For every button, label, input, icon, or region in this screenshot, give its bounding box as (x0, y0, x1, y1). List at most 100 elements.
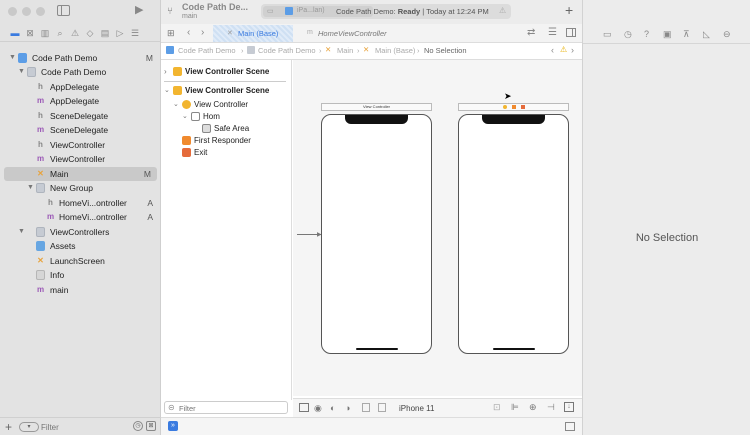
test-navigator-icon[interactable]: ◇ (85, 28, 95, 38)
appearance-icon[interactable]: ◉ (314, 403, 322, 414)
update-frames-icon[interactable]: ⊡ (493, 402, 501, 413)
history-inspector-icon[interactable]: ◷ (624, 29, 632, 39)
list-item[interactable]: ▼ New Group (0, 181, 161, 195)
resolve-issues-icon[interactable]: ⊣ (547, 402, 555, 413)
outline-scene[interactable]: ⌄ View Controller Scene (164, 85, 289, 97)
list-item[interactable]: ▼ Code Path Demo (0, 65, 161, 79)
source-control-icon[interactable]: ⇄ (527, 27, 535, 38)
file-inspector-icon[interactable]: ▭ (603, 29, 612, 39)
scene-dock[interactable] (458, 103, 569, 111)
outline-filter-input[interactable] (179, 403, 279, 413)
tab-main[interactable]: ✕ Main (Base) (213, 25, 293, 42)
landscape-icon[interactable] (378, 403, 386, 412)
add-tab-icon[interactable]: + (565, 2, 573, 18)
device-selector[interactable]: iPhone 11 (399, 404, 434, 413)
breakpoint-navigator-icon[interactable]: ▷ (115, 28, 125, 38)
close-tab-icon[interactable]: ✕ (227, 29, 233, 37)
navigator-filter-input[interactable] (41, 421, 126, 433)
issue-navigator-icon[interactable]: ⚠ (70, 28, 80, 38)
view-controller-frame[interactable] (458, 114, 569, 354)
chevron-down-icon[interactable]: ▼ (27, 181, 34, 195)
warning-icon[interactable]: ⚠ (560, 45, 567, 54)
report-navigator-icon[interactable]: ☰ (130, 28, 140, 38)
list-item[interactable]: m AppDelegate (0, 94, 161, 108)
embed-in-icon[interactable]: ↓ (564, 402, 574, 412)
close-window-button[interactable] (8, 7, 17, 16)
align-icon[interactable]: ⊫ (511, 402, 519, 413)
chevron-right-icon[interactable]: › (164, 66, 167, 78)
symbol-navigator-icon[interactable]: ▥ (40, 28, 50, 38)
debug-area-toggle-icon[interactable]: » (168, 421, 178, 431)
storyboard-canvas[interactable]: ▶ View Controller ➤ (293, 60, 582, 396)
list-item[interactable]: Info (0, 268, 161, 282)
list-item[interactable]: ▼ ViewControllers (0, 225, 161, 239)
source-control-icon[interactable]: ⊠ (25, 28, 35, 38)
outline-view[interactable]: ⌄ Hom (182, 111, 287, 123)
back-icon[interactable]: ‹ (187, 27, 190, 38)
breadcrumb-project[interactable]: Code Path Demo (178, 46, 236, 55)
view-controller-frame[interactable] (321, 114, 432, 354)
zoom-window-button[interactable] (36, 7, 45, 16)
list-item[interactable]: m SceneDelegate (0, 123, 161, 137)
tab-homeviewcontroller[interactable]: m HomeViewController (299, 25, 419, 42)
chevron-down-icon[interactable]: ▼ (18, 65, 25, 79)
quick-help-icon[interactable]: ? (644, 29, 649, 39)
list-item[interactable]: h ViewController (0, 138, 161, 152)
chevron-down-icon[interactable]: ⌄ (164, 85, 170, 97)
portrait-icon[interactable] (362, 403, 370, 412)
filter-options-icon[interactable]: ▾ (19, 422, 39, 432)
recent-files-icon[interactable]: ◷ (133, 421, 143, 431)
identity-inspector-icon[interactable]: ▣ (663, 29, 672, 39)
accessibility-icon[interactable]: ◐ (330, 403, 335, 413)
list-item[interactable]: ▼ Code Path Demo M (0, 51, 161, 65)
chevron-down-icon[interactable]: ▼ (18, 225, 25, 239)
outline-view-controller[interactable]: ⌄ View Controller (173, 99, 288, 111)
outline-first-responder[interactable]: First Responder (182, 135, 287, 147)
list-item[interactable]: h SceneDelegate (0, 109, 161, 123)
list-item[interactable]: h AppDelegate (0, 80, 161, 94)
list-item-selected[interactable]: ✕ Main M (4, 167, 157, 181)
breadcrumb-base[interactable]: Main (Base) (375, 46, 415, 55)
breadcrumb-file[interactable]: Main (337, 46, 353, 55)
list-item[interactable]: Assets (0, 239, 161, 253)
breadcrumb-selection[interactable]: No Selection (424, 46, 467, 55)
warning-icon[interactable]: ⚠ (499, 6, 506, 15)
breadcrumb-group[interactable]: Code Path Demo (258, 46, 316, 55)
scm-filter-icon[interactable]: ⊠ (146, 421, 156, 431)
related-items-icon[interactable]: ⊞ (167, 28, 175, 39)
list-item[interactable]: ✕ LaunchScreen (0, 254, 161, 268)
chevron-down-icon[interactable]: ⌄ (182, 111, 188, 123)
list-item[interactable]: m ViewController (0, 152, 161, 166)
chevron-down-icon[interactable]: ▼ (9, 51, 16, 65)
outline-safe-area[interactable]: Safe Area (202, 123, 287, 135)
hide-debug-area-icon[interactable] (565, 422, 575, 431)
add-icon[interactable]: + (5, 420, 12, 434)
outline-exit[interactable]: Exit (182, 147, 287, 159)
outline-scene[interactable]: › View Controller Scene (164, 66, 289, 78)
sidebar-toggle-icon[interactable] (57, 5, 70, 16)
add-constraints-icon[interactable]: ⊕ (529, 402, 537, 413)
run-button[interactable]: ▶ (135, 5, 145, 16)
attributes-inspector-icon[interactable]: ⊼ (683, 29, 690, 39)
outline-toggle-icon[interactable] (299, 403, 309, 412)
adjust-editor-icon[interactable]: ☰ (548, 27, 557, 38)
chevron-down-icon[interactable]: ⌄ (173, 99, 179, 111)
outline-filter-field[interactable]: ⊝ (164, 401, 288, 414)
forward-icon[interactable]: › (201, 27, 204, 38)
chevron-right-icon: › (417, 46, 420, 55)
dynamic-type-icon[interactable]: ◑ (345, 403, 350, 413)
find-navigator-icon[interactable]: ⌕ (55, 28, 65, 38)
next-issue-icon[interactable]: › (571, 45, 574, 55)
list-item[interactable]: h HomeVi...ontroller A (0, 196, 161, 210)
list-item[interactable]: m HomeVi...ontroller A (0, 210, 161, 224)
minimize-window-button[interactable] (22, 7, 31, 16)
scene-dock[interactable]: View Controller (321, 103, 432, 111)
size-inspector-icon[interactable]: ◺ (703, 29, 710, 39)
add-editor-icon[interactable] (566, 28, 576, 37)
list-item[interactable]: m main (0, 283, 161, 297)
debug-navigator-icon[interactable]: ▤ (100, 28, 110, 38)
previous-issue-icon[interactable]: ‹ (551, 45, 554, 55)
project-navigator-icon[interactable]: ▬ (10, 28, 20, 38)
header-file-icon: h (48, 198, 53, 207)
connections-inspector-icon[interactable]: ⊖ (723, 29, 731, 39)
